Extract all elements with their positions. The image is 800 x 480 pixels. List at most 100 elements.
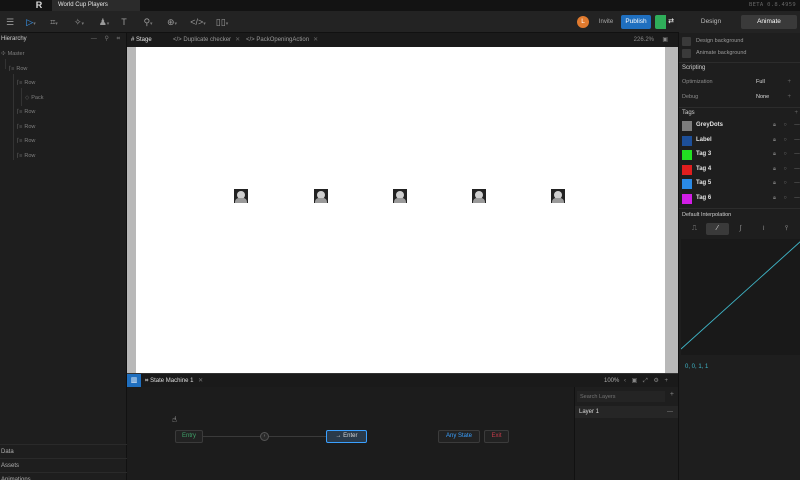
tag-row[interactable]: Tag 4 🔒︎ ○ —	[679, 163, 800, 177]
app-logo[interactable]: R	[33, 0, 45, 11]
tag-row[interactable]: Tag 3 🔒︎ ○ —	[679, 148, 800, 162]
tag-color-swatch[interactable]	[682, 121, 692, 131]
artboard[interactable]	[136, 47, 665, 373]
player-card[interactable]	[551, 189, 565, 203]
assets-tab[interactable]: Assets	[0, 458, 127, 472]
hierarchy-tools-icons[interactable]: — ⚲ ⌗	[91, 35, 123, 43]
tab-duplicate-checker[interactable]: </> Duplicate checker ✕	[173, 33, 240, 47]
hold-interpolation-icon[interactable]: ⎍	[683, 223, 706, 235]
tag-row[interactable]: Tag 5 🔒︎ ○ —	[679, 177, 800, 191]
tree-item-pack[interactable]: ◇ Pack	[25, 92, 43, 104]
enter-state[interactable]: → Enter	[326, 430, 367, 443]
bone-tool-icon[interactable]: ♟▾	[96, 16, 112, 28]
user-avatar[interactable]: L	[577, 16, 589, 28]
tag-row[interactable]: GreyDots 🔒︎ ○ —	[679, 119, 800, 133]
animations-tab[interactable]: Animations	[0, 472, 127, 480]
panel-toggle-icon[interactable]: ▣	[662, 33, 668, 47]
bounce-interpolation-icon[interactable]: ⫯	[775, 223, 798, 235]
design-background-checkbox[interactable]	[682, 37, 691, 46]
data-tab[interactable]: Data	[0, 444, 127, 458]
tag-color-swatch[interactable]	[682, 150, 692, 160]
layer-item[interactable]: Layer 1 —	[575, 406, 679, 418]
artboard-icon: ✣	[1, 51, 6, 57]
state-machine-zoom[interactable]: 100%	[604, 374, 619, 388]
design-mode-button[interactable]: Design	[682, 15, 740, 29]
tree-item-row[interactable]: ⌈≡ Row	[9, 63, 27, 75]
state-machine-canvas[interactable]: ☝ › Entry → Enter Any State Exit	[127, 387, 574, 480]
optimization-add-icon[interactable]: +	[787, 79, 791, 85]
layout-icon: ⌈≡	[17, 109, 23, 115]
constraint-tool-icon[interactable]: ⚲▾	[140, 16, 156, 28]
debug-add-icon[interactable]: +	[787, 94, 791, 100]
transition-arrow-icon[interactable]: ›	[260, 432, 269, 441]
tree-item-row[interactable]: ⌈≡ Row	[17, 121, 35, 133]
tree-item-row[interactable]: ⌈≡ Row	[17, 135, 35, 147]
tree-item-row[interactable]: ⌈≡ Row	[17, 150, 35, 162]
add-component-icon[interactable]: ⊕▾	[164, 16, 180, 28]
select-tool-icon[interactable]: ▷▾	[23, 16, 39, 28]
curve-values[interactable]: 0, 0, 1, 1	[685, 364, 708, 370]
remove-layer-icon[interactable]: —	[667, 406, 673, 418]
tag-actions-icons[interactable]: 🔒︎ ○ —	[773, 166, 800, 173]
tag-color-swatch[interactable]	[682, 194, 692, 204]
tag-actions-icons[interactable]: 🔒︎ ○ —	[773, 180, 800, 187]
stage-area[interactable]	[127, 47, 678, 373]
close-icon[interactable]: ✕	[313, 37, 318, 43]
tag-color-swatch[interactable]	[682, 136, 692, 146]
tag-actions-icons[interactable]: 🔒︎ ○ —	[773, 137, 800, 144]
any-state[interactable]: Any State	[438, 430, 480, 443]
menu-icon[interactable]: ☰	[5, 16, 15, 28]
elastic-interpolation-icon[interactable]: ≀	[752, 223, 775, 235]
tag-row[interactable]: Tag 6 🔒︎ ○ —	[679, 192, 800, 206]
tags-title: Tags	[682, 110, 695, 116]
state-machine-list-icon[interactable]: ▥	[127, 374, 141, 388]
tag-actions-icons[interactable]: 🔒︎ ○ —	[773, 151, 800, 158]
tree-item-row[interactable]: ⌈≡ Row	[17, 77, 35, 89]
share-icon[interactable]: ⇄	[655, 15, 677, 29]
animate-background-checkbox[interactable]	[682, 49, 691, 58]
tree-guide	[13, 74, 14, 160]
tab-pack-opening-action[interactable]: </> PackOpeningAction ✕	[246, 33, 318, 47]
interpolation-title: Default Interpolation	[682, 212, 732, 218]
component-icon: ◇	[25, 95, 30, 101]
linear-interpolation-icon[interactable]: ⁄	[706, 223, 729, 235]
interpolation-curve-editor[interactable]	[680, 239, 800, 355]
script-icon: </>	[246, 37, 255, 43]
add-layer-icon[interactable]: +	[670, 391, 674, 398]
entry-state[interactable]: Entry	[175, 430, 203, 443]
frame-tool-icon[interactable]: ⌗▾	[46, 16, 62, 28]
search-layers-input[interactable]	[577, 391, 665, 402]
tree-item-master[interactable]: ✣ Master	[1, 48, 24, 60]
publish-button[interactable]: Publish	[621, 15, 651, 29]
tag-color-swatch[interactable]	[682, 165, 692, 175]
script-tool-icon[interactable]: </>▾	[188, 16, 208, 28]
file-tab[interactable]: World Cup Players	[52, 0, 140, 11]
debug-select[interactable]: None	[756, 94, 769, 100]
animate-mode-button[interactable]: Animate	[741, 15, 797, 29]
player-card[interactable]	[314, 189, 328, 203]
tab-stage[interactable]: # Stage	[131, 33, 152, 47]
layout-tool-icon[interactable]: ▯▯▾	[213, 16, 231, 28]
exit-state[interactable]: Exit	[484, 430, 509, 443]
tree-item-row[interactable]: ⌈≡ Row	[17, 106, 35, 118]
close-icon[interactable]: ✕	[198, 378, 203, 384]
tag-actions-icons[interactable]: 🔒︎ ○ —	[773, 122, 800, 129]
tag-color-swatch[interactable]	[682, 179, 692, 189]
state-machine-tools-icons[interactable]: ‹ ▣ ⤢ ⚙ +	[624, 374, 670, 388]
text-tool-icon[interactable]: T	[119, 16, 129, 28]
tree-guide	[5, 59, 6, 69]
player-card[interactable]	[393, 189, 407, 203]
tag-actions-icons[interactable]: 🔒︎ ○ —	[773, 195, 800, 202]
close-icon[interactable]: ✕	[235, 37, 240, 43]
stage-zoom[interactable]: 226.2%	[634, 33, 654, 47]
player-card[interactable]	[472, 189, 486, 203]
cubic-interpolation-icon[interactable]: ∫	[729, 223, 752, 235]
optimization-select[interactable]: Full	[756, 79, 765, 85]
tab-state-machine[interactable]: ⌗ State Machine 1 ✕	[145, 374, 203, 388]
invite-button[interactable]: Invite	[594, 16, 618, 28]
inspector-panel: Design background Animate background Scr…	[678, 33, 800, 480]
add-tag-icon[interactable]: +	[794, 110, 798, 116]
pen-tool-icon[interactable]: ✧▾	[71, 16, 87, 28]
tag-row[interactable]: Label 🔒︎ ○ —	[679, 134, 800, 148]
player-card[interactable]	[234, 189, 248, 203]
